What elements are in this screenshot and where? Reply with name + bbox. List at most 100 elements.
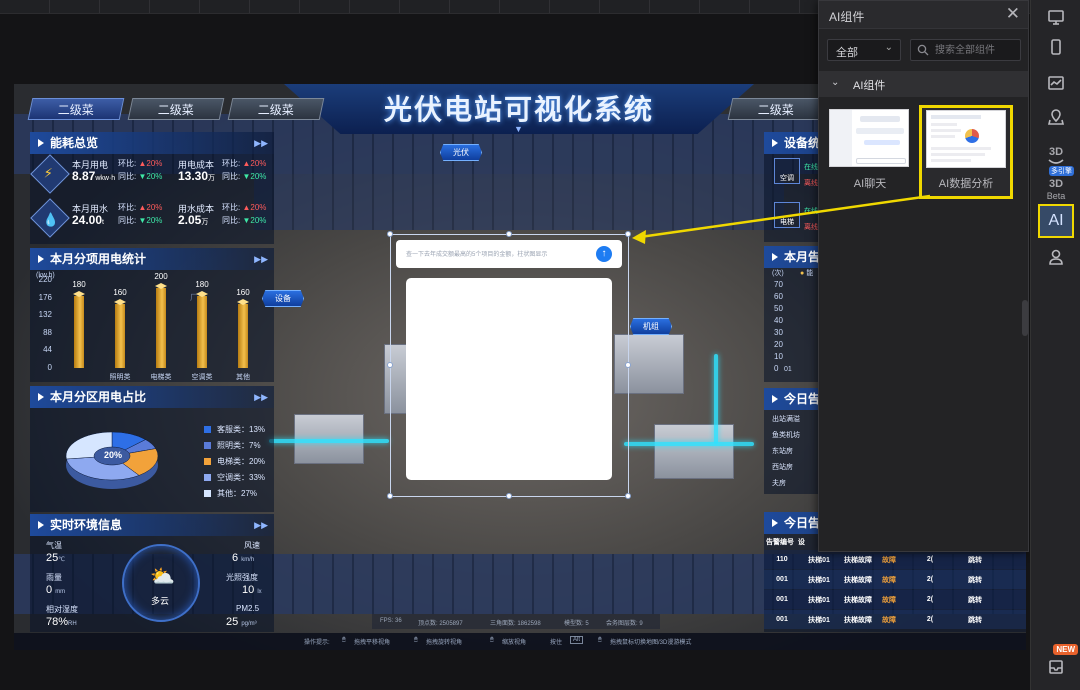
resize-handle[interactable] — [625, 362, 631, 368]
table-cell: 2( — [926, 556, 934, 563]
filter-value: 全部 — [836, 47, 858, 59]
nav-tab[interactable]: 二级菜 — [27, 98, 125, 120]
table-cell: 跳转 — [968, 556, 982, 564]
y-tick-label: 10 — [774, 352, 783, 361]
table-cell: 110 — [776, 556, 788, 563]
3d-beta-icon[interactable]: 3D Beta — [1038, 172, 1074, 206]
mouse-left-icon: 🖱 — [342, 637, 346, 643]
table-cell: 故障 — [882, 556, 896, 564]
map-icon[interactable] — [1038, 100, 1074, 134]
legend-label: 其他：27% — [217, 489, 258, 498]
resize-handle[interactable] — [506, 493, 512, 499]
y-tick-label: 44 — [43, 345, 52, 355]
close-icon[interactable]: ✕ — [1006, 4, 1020, 24]
resize-handle[interactable] — [387, 362, 393, 368]
nav-tab[interactable]: 二级菜 — [227, 98, 325, 120]
lightning-icon: ⚡ — [30, 154, 70, 194]
wind-label: 风速 — [244, 541, 260, 550]
ai-chat-component[interactable]: AI聊天 — [823, 105, 917, 199]
table-row[interactable]: 001 扶梯01 扶梯故障 故障 2(跳转 — [764, 610, 1026, 629]
user-icon[interactable] — [1038, 240, 1074, 274]
resize-handle[interactable] — [387, 493, 393, 499]
legend-item: 客服类：13% — [204, 424, 265, 435]
legend-swatch — [204, 474, 211, 481]
power-stats-panel: 本月分项用电统计▶▶ (kw.h) 厂房 04488132176220180 1… — [30, 248, 274, 382]
table-row[interactable]: 110 扶梯01 扶梯故障 故障 2(跳转 — [764, 550, 1026, 569]
resize-handle[interactable] — [506, 231, 512, 237]
right-toolbar: 3D 多引擎 3D Beta AI NEW — [1030, 0, 1080, 690]
cost-value: 2.05万 — [178, 213, 209, 227]
mobile-icon[interactable] — [1038, 30, 1074, 64]
table-cell: 扶梯01 — [808, 576, 830, 584]
y-tick-label: 176 — [38, 292, 52, 302]
table-cell: 扶梯故障 — [844, 556, 872, 564]
y-tick-label: 50 — [774, 304, 783, 313]
equipment-tile: 电梯 — [774, 202, 800, 228]
canvas-scrollbar[interactable] — [1022, 300, 1028, 336]
glow-path — [269, 439, 389, 443]
map-tag-pv[interactable]: 光伏 — [440, 144, 482, 161]
nav-tab[interactable]: 二级菜 — [127, 98, 225, 120]
legend-item: 电梯类：20% — [204, 456, 265, 467]
system-title: 光伏电站可视化系统 — [383, 93, 654, 126]
pm-value: 25 pg/m³ — [226, 616, 257, 628]
ai-chat-input[interactable]: 查一下去年成交额最高的5个项目的金额，柱状图显示 ↑ — [396, 240, 622, 268]
cost-value: 13.30万 — [178, 169, 216, 183]
panel-title: 本月分区用电占比 ▶▶ — [30, 386, 274, 408]
ai-panel-title: AI组件 — [829, 10, 865, 24]
y-tick-label: 70 — [774, 280, 783, 289]
offline-status: 离线 — [804, 224, 818, 231]
humidity-label: 相对湿度 — [46, 605, 78, 614]
legend-swatch — [204, 426, 211, 433]
bar-value-label: 180 — [195, 280, 209, 289]
filter-select[interactable]: 全部 ⌄ — [827, 39, 901, 61]
ratio-tb: 同比: ▼20% — [118, 172, 163, 181]
alarm-unit: (次) — [772, 270, 784, 277]
nav-tab[interactable]: 二级菜 — [727, 98, 825, 120]
glow-path — [624, 442, 754, 446]
search-input[interactable] — [935, 43, 1019, 57]
chart-icon[interactable] — [1038, 66, 1074, 100]
fps-readout: FPS: 36 — [380, 618, 402, 624]
table-row[interactable]: 001 扶梯01 扶梯故障 故障 2(跳转 — [764, 590, 1026, 609]
bar-value-label: 180 — [72, 280, 86, 289]
resize-handle[interactable] — [625, 493, 631, 499]
bar — [238, 304, 248, 368]
table-row[interactable]: 001 扶梯01 扶梯故障 故障 2(跳转 — [764, 570, 1026, 589]
send-button[interactable]: ↑ — [596, 246, 612, 262]
today-alarm-row: 鱼类机坊 — [772, 432, 800, 439]
table-cell: 扶梯故障 — [844, 576, 872, 584]
y-tick-label: 88 — [43, 327, 52, 337]
map-tag-equipment[interactable]: 设备 — [262, 290, 304, 307]
component-search[interactable] — [910, 39, 1021, 61]
ai-panel-header: AI组件 ✕ — [819, 1, 1028, 29]
offline-status: 离线 — [804, 180, 818, 187]
category-header[interactable]: ⌄ AI组件 — [819, 71, 1028, 97]
pie-chart — [65, 431, 159, 489]
category-label: 电梯类 — [150, 374, 172, 381]
resize-handle[interactable] — [387, 231, 393, 237]
map-tag-unit[interactable]: 机组 — [630, 318, 672, 335]
ai-button[interactable]: AI — [1038, 204, 1074, 238]
rain-value: 0 mm — [46, 584, 66, 596]
search-icon — [917, 44, 929, 56]
y-tick-label: 0 — [774, 364, 779, 373]
bar-value-label: 160 — [113, 288, 127, 297]
water-row: 💧 本月用水 24.00t 环比: ▲20% 同比: ▼20% 用水成本 2.0… — [30, 198, 274, 242]
hint-pan: 拖拽平移视角 — [354, 640, 391, 646]
panel-title: 能耗总览 ▶▶ — [30, 132, 274, 154]
ai-data-analysis-component[interactable]: AI数据分析 — [919, 105, 1013, 199]
light-label: 光照强度 — [226, 573, 258, 582]
chevron-down-icon: ▼ — [514, 124, 523, 134]
ratio-hb: 环比: ▲20% — [222, 203, 267, 212]
inbox-icon[interactable] — [1038, 650, 1074, 684]
legend-item: 其他：27% — [204, 488, 257, 499]
resize-handle[interactable] — [625, 231, 631, 237]
operation-hint-bar: 操作提示: 🖱 拖拽平移视角 🖱 拖拽旋转视角 🖱 缩放视角 按住 Alt 🖱 … — [14, 633, 1026, 650]
bar — [74, 296, 84, 368]
desktop-icon[interactable] — [1038, 0, 1074, 34]
ratio-hb: 环比: ▲20% — [222, 159, 267, 168]
legend-label: 客服类：13% — [217, 425, 266, 434]
ratio-hb: 环比: ▲20% — [118, 159, 163, 168]
table-cell: 故障 — [882, 596, 896, 604]
